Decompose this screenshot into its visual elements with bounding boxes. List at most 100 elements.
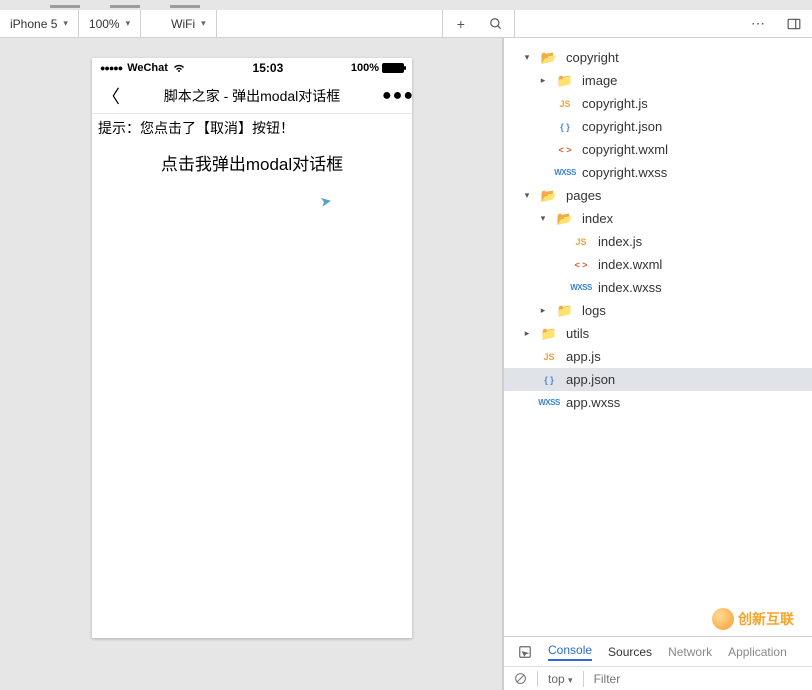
chevron-down-icon: ▾	[201, 18, 206, 29]
devtools-toolbar: iPhone 5 ▾ 100% ▾ WiFi ▾ + ⋯	[0, 10, 812, 38]
device-select[interactable]: iPhone 5 ▾	[0, 10, 79, 37]
phone-simulator: ●●●●● WeChat 15:03 100% 〈 脚本之家 - 弹出modal…	[92, 58, 412, 638]
status-left: ●●●●● WeChat	[100, 62, 185, 74]
separator	[583, 671, 584, 687]
folder-label: logs	[582, 303, 606, 318]
console-filter-input[interactable]	[594, 672, 674, 686]
wxss-file-icon: WXSS	[570, 283, 592, 292]
zoom-select[interactable]: 100% ▾	[79, 10, 141, 37]
file-copyright-json[interactable]: · { } copyright.json	[504, 115, 812, 138]
open-modal-button[interactable]: 点击我弹出modal对话框	[92, 142, 412, 183]
top-menu-hints: ▬▬▬▬▬▬▬▬▬	[0, 0, 200, 10]
folder-logs[interactable]: ▸ 📁 logs	[504, 299, 812, 322]
toolbar-spacer	[217, 10, 443, 37]
console-toolbar: top ▾	[504, 666, 812, 690]
status-time: 15:03	[185, 61, 351, 75]
file-label: index.wxss	[598, 280, 662, 295]
more-button[interactable]: ⋯	[740, 10, 776, 37]
js-file-icon: JS	[538, 352, 560, 362]
search-icon	[489, 17, 503, 31]
folder-icon: 📁	[554, 303, 576, 319]
folder-image[interactable]: ▸ 📁 image	[504, 69, 812, 92]
plus-icon: +	[457, 16, 465, 32]
wxml-file-icon: < >	[570, 260, 592, 270]
file-label: copyright.json	[582, 119, 662, 134]
file-copyright-wxss[interactable]: · WXSS copyright.wxss	[504, 161, 812, 184]
battery-icon	[382, 63, 404, 73]
zoom-select-label: 100%	[89, 17, 120, 31]
wifi-icon	[173, 63, 185, 73]
search-button[interactable]	[479, 10, 515, 37]
dock-button[interactable]	[776, 10, 812, 37]
file-app-json[interactable]: · { } app.json	[504, 368, 812, 391]
caret-right-icon: ▸	[522, 328, 532, 339]
devtools-tabbar: Console Sources Network Application 创新互联	[504, 636, 812, 666]
folder-label: pages	[566, 188, 601, 203]
file-copyright-js[interactable]: · JS copyright.js	[504, 92, 812, 115]
watermark-logo-icon	[712, 608, 734, 630]
file-label: copyright.wxml	[582, 142, 668, 157]
caret-right-icon: ▸	[538, 75, 548, 86]
folder-label: image	[582, 73, 617, 88]
folder-icon: 📁	[554, 73, 576, 89]
separator	[537, 671, 538, 687]
main-split: ●●●●● WeChat 15:03 100% 〈 脚本之家 - 弹出modal…	[0, 38, 812, 690]
chevron-down-icon: ▾	[63, 18, 68, 29]
file-index-wxss[interactable]: · WXSS index.wxss	[504, 276, 812, 299]
tab-application[interactable]: Application	[728, 645, 787, 659]
tab-console[interactable]: Console	[548, 643, 592, 661]
context-select[interactable]: top ▾	[548, 672, 573, 686]
status-bar: ●●●●● WeChat 15:03 100%	[92, 58, 412, 78]
simulator-pane: ●●●●● WeChat 15:03 100% 〈 脚本之家 - 弹出modal…	[0, 38, 502, 690]
file-index-js[interactable]: · JS index.js	[504, 230, 812, 253]
tab-sources[interactable]: Sources	[608, 645, 652, 659]
json-file-icon: { }	[538, 375, 560, 385]
caret-down-icon: ▾	[522, 190, 532, 201]
folder-pages[interactable]: ▾ 📂 pages	[504, 184, 812, 207]
folder-open-icon: 📂	[538, 188, 560, 204]
folder-open-icon: 📂	[554, 211, 576, 227]
context-label: top	[548, 672, 565, 686]
file-label: app.js	[566, 349, 601, 364]
network-select-label: WiFi	[171, 17, 195, 31]
file-label: app.wxss	[566, 395, 620, 410]
folder-label: index	[582, 211, 613, 226]
folder-index[interactable]: ▾ 📂 index	[504, 207, 812, 230]
file-app-wxss[interactable]: · WXSS app.wxss	[504, 391, 812, 414]
folder-icon: 📁	[538, 326, 560, 342]
chevron-down-icon: ▾	[126, 18, 131, 29]
caret-right-icon: ▸	[538, 305, 548, 316]
status-right: 100%	[351, 62, 404, 74]
file-copyright-wxml[interactable]: · < > copyright.wxml	[504, 138, 812, 161]
file-app-js[interactable]: · JS app.js	[504, 345, 812, 368]
tab-network[interactable]: Network	[668, 645, 712, 659]
page-body: 提示：您点击了【取消】按钮！ 点击我弹出modal对话框	[92, 114, 412, 183]
dock-icon	[787, 17, 801, 31]
nav-title: 脚本之家 - 弹出modal对话框	[122, 86, 382, 106]
toolbar-spacer	[515, 10, 740, 37]
nav-more-button[interactable]: ●●●	[382, 87, 402, 105]
file-label: copyright.wxss	[582, 165, 667, 180]
file-tree: ▾ 📂 copyright ▸ 📁 image · JS copyright.j…	[504, 38, 812, 636]
inspect-icon[interactable]	[518, 645, 532, 659]
wxss-file-icon: WXSS	[538, 398, 560, 407]
right-pane: ▾ 📂 copyright ▸ 📁 image · JS copyright.j…	[504, 38, 812, 690]
folder-copyright[interactable]: ▾ 📂 copyright	[504, 46, 812, 69]
network-select[interactable]: WiFi ▾	[161, 10, 217, 37]
watermark-text: 创新互联	[738, 609, 794, 629]
file-label: app.json	[566, 372, 615, 387]
folder-utils[interactable]: ▸ 📁 utils	[504, 322, 812, 345]
add-tab-button[interactable]: +	[443, 10, 479, 37]
file-label: index.js	[598, 234, 642, 249]
more-icon: ⋯	[751, 15, 765, 32]
back-button[interactable]: 〈	[102, 83, 122, 109]
json-file-icon: { }	[554, 122, 576, 132]
signal-dots-icon: ●●●●●	[100, 63, 122, 73]
hint-text: 提示：您点击了【取消】按钮！	[92, 114, 412, 142]
folder-label: copyright	[566, 50, 619, 65]
file-index-wxml[interactable]: · < > index.wxml	[504, 253, 812, 276]
wxss-file-icon: WXSS	[554, 168, 576, 177]
caret-down-icon: ▾	[538, 213, 548, 224]
clear-console-icon[interactable]	[514, 672, 527, 685]
cursor-pointer-icon: ➤	[319, 192, 334, 211]
